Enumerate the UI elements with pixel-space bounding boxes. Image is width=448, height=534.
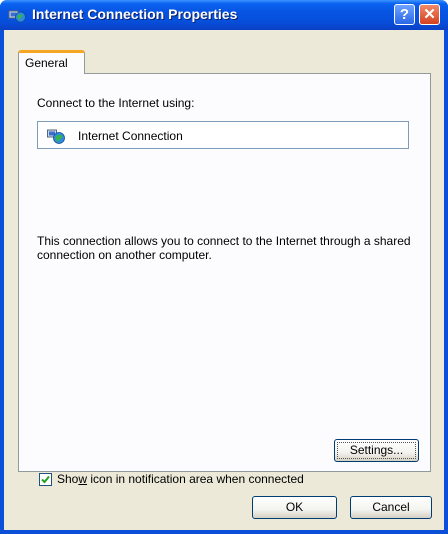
close-button[interactable]: ✕	[419, 4, 440, 25]
network-connection-icon	[8, 10, 26, 23]
show-icon-label-suffix: icon in notification area when connected	[87, 472, 304, 486]
general-tab-panel: Connect to the Internet using: Internet …	[18, 73, 431, 486]
network-globe-icon	[47, 129, 65, 144]
show-icon-label-accel: w	[78, 472, 88, 486]
show-icon-label: Show icon in notification area when conn…	[57, 472, 304, 486]
show-icon-label-prefix: Sho	[57, 472, 79, 486]
window-title: Internet Connection Properties	[32, 6, 238, 22]
dialog-client-area: General Connect to the Internet using: I…	[4, 30, 444, 530]
ok-button[interactable]: OK	[252, 496, 337, 519]
connection-description: This connection allows you to connect to…	[37, 234, 411, 262]
settings-button[interactable]: Settings...	[334, 439, 419, 462]
tab-general[interactable]: General	[18, 50, 85, 74]
checkmark-icon	[41, 475, 50, 484]
title-bar[interactable]: Internet Connection Properties ? ✕	[0, 0, 448, 30]
help-button[interactable]: ?	[394, 4, 415, 25]
show-icon-checkbox[interactable]	[39, 473, 52, 486]
connection-device-box: Internet Connection	[37, 121, 409, 149]
connect-using-label: Connect to the Internet using:	[37, 96, 195, 110]
dialog-window: Internet Connection Properties ? ✕ Gener…	[0, 0, 448, 534]
cancel-button[interactable]: Cancel	[350, 496, 432, 519]
connection-name: Internet Connection	[78, 129, 183, 143]
